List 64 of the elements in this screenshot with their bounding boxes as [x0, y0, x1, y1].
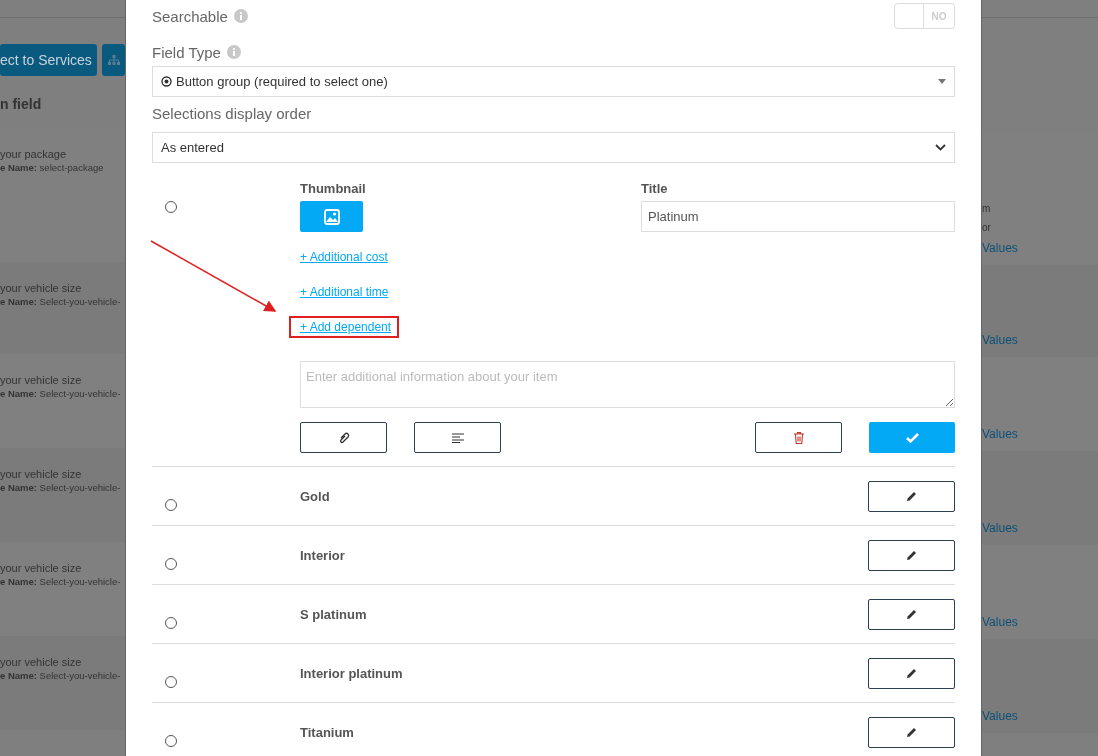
paperclip-icon	[337, 431, 350, 444]
item-title: Titanium	[300, 724, 354, 740]
item-title: Gold	[300, 488, 330, 504]
pencil-icon	[906, 726, 917, 738]
values-link[interactable]: Values	[982, 521, 1098, 535]
align-button[interactable]	[414, 422, 501, 453]
pencil-icon	[906, 608, 917, 620]
image-icon	[323, 208, 340, 225]
edit-button[interactable]	[868, 657, 955, 689]
attach-button[interactable]	[300, 422, 387, 453]
thumbnail-label: Thumbnail	[300, 181, 366, 198]
sitemap-icon	[107, 54, 120, 66]
edit-button[interactable]	[868, 539, 955, 571]
field-label: your vehicle size	[0, 468, 83, 480]
pencil-icon	[906, 549, 917, 561]
field-name: e Name: Select-you-vehicle-	[0, 296, 122, 307]
item-title: S platinum	[300, 606, 367, 622]
display-order-select[interactable]: As entered	[152, 132, 955, 163]
row-note: m	[982, 203, 992, 214]
display-order-label: Selections display order	[152, 103, 313, 124]
searchable-label: Searchable	[152, 7, 228, 25]
field-type-select[interactable]: Button group (required to select one)	[152, 66, 955, 97]
values-link[interactable]: Values	[982, 241, 1098, 255]
item-title: Interior platinum	[300, 665, 403, 681]
values-link[interactable]: Values	[982, 615, 1098, 629]
column-heading: n field	[0, 95, 43, 114]
align-left-icon	[451, 432, 464, 443]
add-link[interactable]: + Add dependent	[289, 316, 400, 338]
radio-icon	[161, 76, 172, 87]
add-link[interactable]: + Additional time	[298, 281, 391, 303]
info-icon	[226, 45, 241, 59]
values-link[interactable]: Values	[982, 427, 1098, 441]
field-name: e Name: select-package	[0, 162, 105, 173]
check-icon	[905, 432, 919, 443]
background-button[interactable]: ect to Services	[0, 44, 97, 76]
pencil-icon	[906, 490, 917, 502]
pencil-icon	[906, 667, 917, 679]
trash-icon	[793, 431, 804, 444]
field-label: your vehicle size	[0, 656, 83, 668]
field-name: e Name: Select-you-vehicle-	[0, 388, 122, 399]
values-link[interactable]: Values	[982, 333, 1098, 347]
thumbnail-button[interactable]	[300, 201, 363, 232]
row-note: or	[982, 222, 992, 233]
field-name: e Name: Select-you-vehicle-	[0, 576, 122, 587]
item-title: Interior	[300, 547, 345, 563]
caret-icon	[938, 79, 946, 84]
edit-button[interactable]	[868, 716, 955, 748]
field-type-label: Field Type	[152, 43, 221, 61]
title-input[interactable]: Platinum	[641, 201, 955, 232]
info-icon	[233, 9, 248, 23]
field-name: e Name: Select-you-vehicle-	[0, 670, 122, 681]
field-name: e Name: Select-you-vehicle-	[0, 482, 122, 493]
field-label: your vehicle size	[0, 374, 83, 386]
edit-button[interactable]	[868, 598, 955, 630]
add-link[interactable]: + Additional cost	[298, 246, 390, 268]
title-label: Title	[641, 181, 669, 198]
edit-button[interactable]	[868, 480, 955, 512]
field-label: your package	[0, 148, 68, 160]
description-field[interactable]: Enter additional information about your item	[300, 361, 955, 408]
field-label: your vehicle size	[0, 282, 83, 294]
chevron-icon	[935, 144, 946, 151]
values-link[interactable]: Values	[982, 709, 1098, 723]
field-label: your vehicle size	[0, 562, 83, 574]
delete-button[interactable]	[755, 422, 842, 453]
